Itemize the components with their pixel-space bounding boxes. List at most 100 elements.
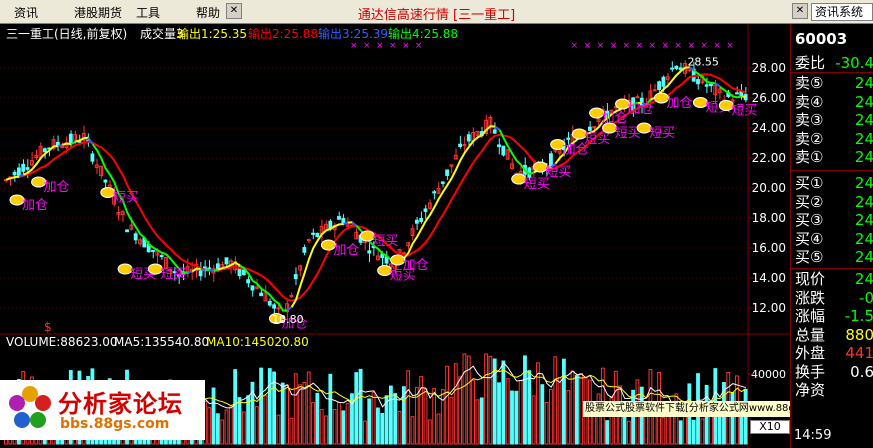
quote-row: 涨幅 -1.5 [795, 307, 873, 325]
quote-row: 现价 24 [795, 270, 873, 288]
output1-label: 输出1:25.35 [177, 26, 247, 41]
quote-row-value: -1.5 [844, 307, 873, 325]
candle-body [250, 285, 255, 291]
candle-body [246, 279, 251, 284]
menu-item-tools[interactable]: 工具 [136, 4, 160, 21]
quote-row: 净资 [795, 381, 873, 399]
panel-divider [791, 72, 873, 73]
candle-body [103, 179, 108, 183]
candle-body [414, 219, 419, 224]
volume-bar [345, 403, 350, 445]
volume-bar [691, 419, 696, 445]
candle-body [198, 270, 203, 277]
cross-mark: × [674, 41, 682, 51]
quote-row-value: 24 [854, 174, 873, 192]
fast-ma-line [741, 95, 746, 99]
menu-item-info[interactable]: 资讯 [14, 4, 38, 21]
menu-item-hk-futures[interactable]: 港股期货 [74, 4, 122, 21]
dollar-marker: $ [44, 320, 52, 334]
candle-body [90, 153, 95, 162]
clock-time: 14:59 [794, 428, 832, 443]
candle-body [445, 169, 450, 176]
quote-row-value: 24 [854, 92, 873, 111]
price-tick-label: 26.00 [752, 91, 786, 105]
close-icon[interactable]: ✕ [226, 3, 242, 19]
volume-bar [285, 384, 289, 445]
volume-bar [540, 384, 545, 445]
signal-label: 加仓 [666, 96, 692, 111]
candle-body [635, 96, 640, 99]
quote-row-label: 买① [795, 174, 824, 192]
ma10-label: MA10:145020.80 [206, 335, 309, 349]
cross-mark: × [389, 41, 397, 51]
volume-bar [263, 395, 268, 445]
volume-bar [523, 355, 527, 445]
volume-bar [427, 419, 432, 445]
fast-ma-line [5, 175, 20, 181]
quote-row: 买⑤ 24 [795, 248, 873, 266]
cross-mark: × [649, 41, 657, 51]
quote-row-value: 24 [854, 74, 873, 92]
cross-mark: × [700, 41, 708, 51]
bid-ratio-label: 委比 [795, 54, 826, 72]
volume-bar [484, 353, 488, 445]
volume-bar [419, 376, 424, 445]
volume-bar [544, 402, 549, 445]
candle-body [566, 137, 571, 140]
candle-body [419, 217, 424, 222]
quote-row-label: 买⑤ [795, 248, 824, 266]
price-tick-label: 14.00 [752, 271, 786, 285]
cross-mark: × [584, 41, 592, 51]
cross-mark: × [661, 41, 669, 51]
volume-bar [518, 380, 523, 445]
volume-bar [462, 353, 467, 445]
volume-bar [376, 407, 380, 445]
volume-bar [570, 370, 575, 445]
candle-body [272, 304, 277, 309]
signal-label: 加仓 [22, 198, 48, 213]
volume-bar [492, 358, 497, 445]
price-tick-label: 20.00 [752, 181, 786, 195]
volume-bar [367, 398, 372, 445]
candle-body [587, 126, 592, 131]
cross-mark: × [402, 41, 410, 51]
volume-tick-label: 40000 [751, 368, 786, 381]
signal-label: 加仓 [44, 180, 70, 195]
forum-logo: 分析家论坛 bbs.88gs.com [0, 380, 205, 440]
volume-scale-box[interactable]: X10 [750, 420, 790, 434]
quote-row-value: 441 [845, 344, 873, 362]
volume-bar [631, 389, 636, 445]
volume-label: VOLUME:88623.00 [6, 335, 118, 349]
ad-banner[interactable]: 股票公式股票软件下载[分析家公式网www.88gs.com] [583, 401, 790, 417]
candle-body [125, 229, 129, 233]
quote-row-value: -0 [859, 288, 873, 307]
volume-bar [233, 369, 238, 445]
menu-item-help[interactable]: 帮助 [196, 4, 220, 21]
quote-row-label: 涨跌 [795, 288, 826, 307]
cross-mark: × [610, 41, 618, 51]
cross-mark: × [571, 41, 579, 51]
price-axis: 28.00 26.00 24.00 22.00 20.00 18.00 16.00 14.00… [748, 61, 786, 315]
volume-bar [510, 390, 514, 445]
volume-bar [670, 412, 674, 445]
volume-bar [241, 411, 246, 445]
volume-bar [324, 415, 328, 445]
candle-body [267, 301, 272, 306]
volume-axis: 40000 [748, 368, 786, 381]
panel-divider [791, 268, 873, 269]
volume-bar [678, 420, 683, 445]
volume-bar [224, 409, 229, 445]
volume-bar [505, 378, 510, 445]
volume-bar [380, 412, 385, 445]
volume-bar [488, 355, 493, 445]
volume-bar [574, 375, 579, 445]
info-system-box[interactable]: 资讯系统 [811, 3, 873, 21]
candle-body [133, 233, 138, 241]
quote-row-value: 24 [854, 270, 873, 288]
close-icon[interactable]: ✕ [792, 3, 808, 19]
volume-bar [302, 381, 307, 445]
quote-row-value: 880 [845, 325, 873, 344]
signal-label: 短买 [545, 165, 571, 180]
cross-mark: × [726, 41, 734, 51]
candle-body [440, 181, 445, 184]
